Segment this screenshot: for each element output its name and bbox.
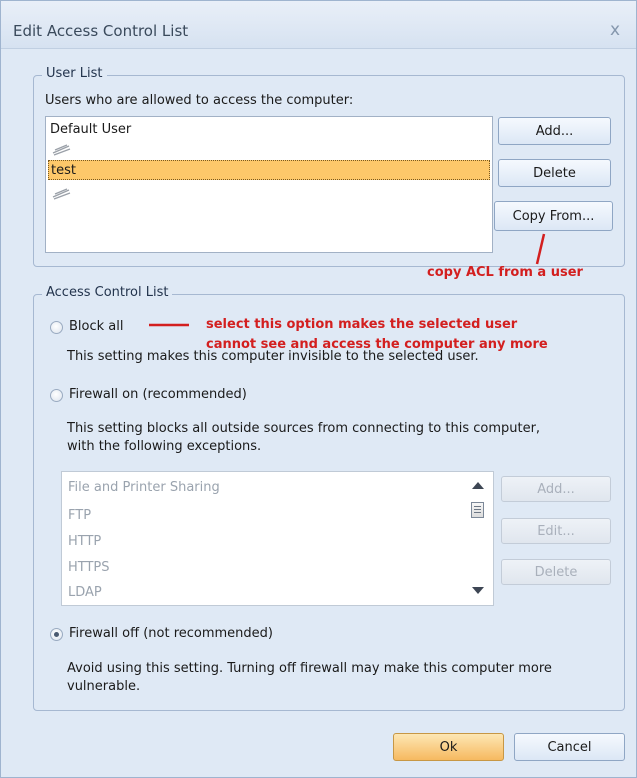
- exceptions-listbox[interactable]: File and Printer Sharing FTP HTTP HTTPS …: [61, 471, 494, 606]
- annotation-copy-acl: copy ACL from a user: [427, 265, 583, 280]
- scroll-down-icon[interactable]: [472, 587, 484, 594]
- block-all-radio[interactable]: [50, 321, 63, 334]
- annotation-block-line1: select this option makes the selected us…: [206, 317, 518, 332]
- block-all-label[interactable]: Block all: [69, 319, 123, 334]
- ok-button[interactable]: Ok: [393, 733, 504, 761]
- user-delete-button[interactable]: Delete: [498, 159, 611, 187]
- exception-delete-button[interactable]: Delete: [501, 559, 611, 585]
- cancel-button[interactable]: Cancel: [514, 733, 625, 761]
- firewall-on-radio[interactable]: [50, 389, 63, 402]
- close-icon[interactable]: x: [610, 20, 620, 40]
- exceptions-scrollbar[interactable]: [467, 474, 489, 603]
- firewall-off-description-line2: vulnerable.: [67, 679, 141, 694]
- exception-item: FTP: [68, 508, 92, 523]
- dialog-window: Edit Access Control List x User List Use…: [0, 0, 637, 778]
- annotation-arrow-copy: [535, 233, 546, 265]
- redacted-user-scribble: [52, 144, 71, 156]
- firewall-off-radio[interactable]: [50, 628, 63, 641]
- firewall-on-label[interactable]: Firewall on (recommended): [69, 387, 247, 402]
- firewall-on-description-line2: with the following exceptions.: [67, 439, 262, 454]
- user-list-prompt: Users who are allowed to access the comp…: [45, 93, 354, 108]
- scroll-up-icon[interactable]: [472, 482, 484, 489]
- user-list-legend: User List: [42, 66, 107, 81]
- scroll-thumb[interactable]: [471, 502, 484, 518]
- firewall-off-label[interactable]: Firewall off (not recommended): [69, 626, 273, 641]
- exception-item: HTTP: [68, 534, 102, 549]
- user-add-button[interactable]: Add...: [498, 117, 611, 145]
- exception-add-button[interactable]: Add...: [501, 476, 611, 502]
- firewall-on-description-line1: This setting blocks all outside sources …: [67, 421, 541, 436]
- user-item-test-label: test: [51, 163, 76, 178]
- exception-item: LDAP: [68, 585, 102, 600]
- dialog-title: Edit Access Control List: [13, 22, 189, 40]
- user-item-default[interactable]: Default User: [50, 122, 131, 137]
- exception-item: HTTPS: [68, 560, 110, 575]
- acl-legend: Access Control List: [42, 285, 173, 300]
- user-item-test-selected[interactable]: test: [48, 160, 490, 180]
- redacted-user-scribble: [52, 188, 71, 200]
- firewall-off-description-line1: Avoid using this setting. Turning off fi…: [67, 661, 552, 676]
- title-bar: Edit Access Control List x: [1, 1, 636, 49]
- annotation-block-line2: cannot see and access the computer any m…: [206, 337, 548, 352]
- user-listbox[interactable]: Default User test: [45, 116, 493, 253]
- annotation-line-block: [149, 323, 189, 327]
- copy-from-button[interactable]: Copy From...: [494, 201, 613, 231]
- exception-item: File and Printer Sharing: [68, 480, 220, 495]
- exception-edit-button[interactable]: Edit...: [501, 518, 611, 544]
